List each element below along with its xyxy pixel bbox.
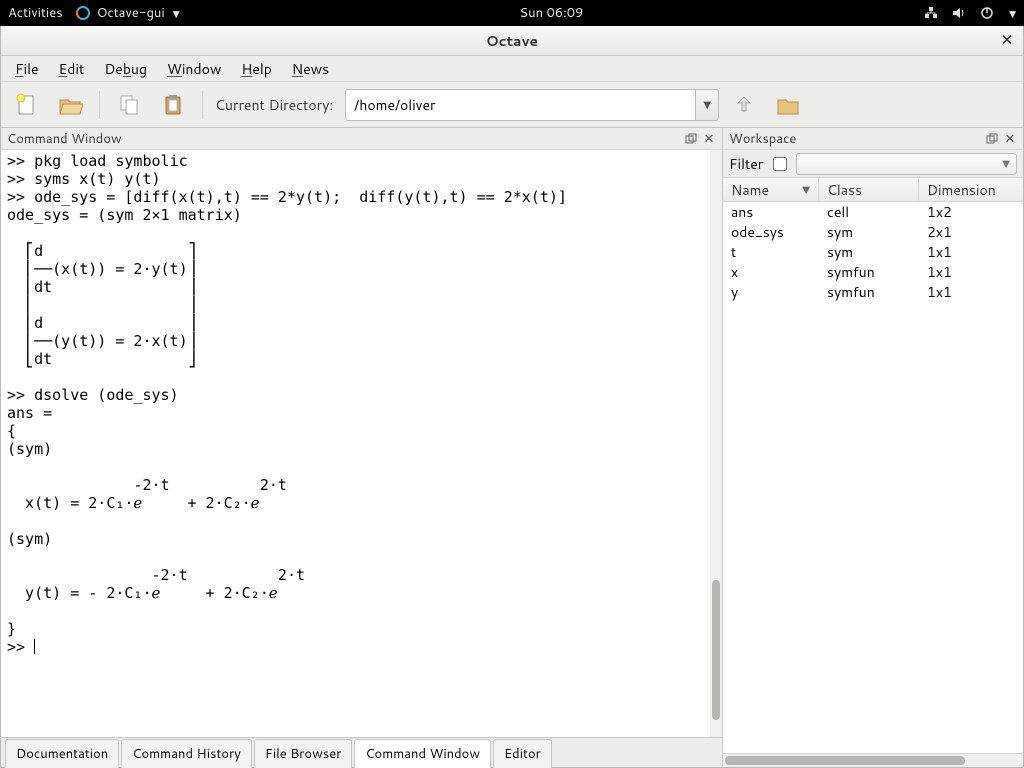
new-script-button[interactable] (7, 88, 45, 122)
table-row[interactable]: xsymfun1x1 (723, 262, 1023, 282)
table-row[interactable]: ysymfun1x1 (723, 282, 1023, 302)
current-directory-input[interactable] (345, 89, 695, 121)
sort-desc-icon: ▼ (802, 183, 810, 197)
workspace-header[interactable]: Workspace ✕ (723, 128, 1023, 150)
clock[interactable]: Sun 06:09 (180, 4, 923, 22)
window-title: Octave (486, 31, 538, 51)
chevron-down-icon[interactable]: ▼ (1009, 7, 1016, 20)
undock-icon[interactable] (684, 132, 698, 146)
table-row[interactable]: anscell1x2 (723, 202, 1023, 222)
browse-directory-button[interactable] (769, 88, 807, 122)
cell-name: t (723, 242, 819, 262)
cell-name: x (723, 262, 819, 282)
open-file-button[interactable] (51, 88, 89, 122)
chevron-down-icon: ▼ (1002, 157, 1010, 171)
current-directory-combo[interactable]: ▼ (345, 89, 719, 121)
activities-button[interactable]: Activities (8, 4, 63, 22)
table-row[interactable]: tsym1x1 (723, 242, 1023, 262)
cell-class: cell (819, 202, 919, 222)
cell-dimension: 1x1 (919, 262, 1009, 282)
menu-edit[interactable]: Edit (49, 56, 95, 82)
paste-button[interactable] (154, 88, 192, 122)
chevron-down-icon: ▼ (703, 98, 711, 112)
toolbar: Current Directory: ▼ (1, 82, 1023, 128)
workspace-table[interactable]: Name▼ Class Dimension anscell1x2ode_syss… (723, 178, 1023, 753)
cell-class: sym (819, 222, 919, 242)
volume-icon[interactable] (951, 5, 967, 21)
close-pane-icon[interactable]: ✕ (1003, 132, 1017, 146)
filter-checkbox[interactable] (773, 157, 787, 171)
octave-app-icon (75, 5, 91, 21)
current-directory-label: Current Directory: (215, 95, 333, 115)
filter-label: Filter (729, 154, 763, 174)
separator (99, 91, 100, 119)
undock-icon[interactable] (985, 132, 999, 146)
gnome-topbar: Activities Octave-gui ▼ Sun 06:09 ▼ (0, 0, 1024, 26)
menu-news[interactable]: News (282, 56, 339, 82)
menu-help[interactable]: Help (231, 56, 281, 82)
cell-dimension: 1x1 (919, 282, 1009, 302)
workspace-title: Workspace (729, 130, 796, 148)
tab-file-browser[interactable]: File Browser (254, 739, 352, 768)
current-directory-dropdown[interactable]: ▼ (695, 89, 719, 121)
cell-name: y (723, 282, 819, 302)
window-titlebar[interactable]: Octave ✕ (1, 26, 1023, 56)
close-icon[interactable]: ✕ (999, 32, 1015, 48)
table-row[interactable]: ode_syssym2x1 (723, 222, 1023, 242)
menu-file[interactable]: File (5, 56, 49, 82)
close-pane-icon[interactable]: ✕ (702, 132, 716, 146)
bottom-tabbar: Documentation Command History File Brows… (1, 737, 722, 767)
cell-name: ans (723, 202, 819, 222)
menu-window[interactable]: Window (157, 56, 231, 82)
power-icon[interactable] (979, 5, 995, 21)
tab-documentation[interactable]: Documentation (5, 739, 119, 768)
col-class[interactable]: Class (819, 178, 919, 201)
scrollbar-thumb[interactable] (725, 756, 965, 765)
scrollbar-thumb[interactable] (712, 580, 720, 720)
col-dimension[interactable]: Dimension (919, 178, 1009, 201)
tab-editor[interactable]: Editor (493, 739, 552, 768)
command-window-header[interactable]: Command Window ✕ (1, 128, 722, 150)
filter-combo[interactable]: ▼ (796, 153, 1017, 175)
separator (202, 91, 203, 119)
network-icon[interactable] (923, 5, 939, 21)
command-window-title: Command Window (7, 130, 122, 148)
tab-command-history[interactable]: Command History (121, 739, 252, 768)
cell-name: ode_sys (723, 222, 819, 242)
cell-class: symfun (819, 282, 919, 302)
copy-button[interactable] (110, 88, 148, 122)
workspace-table-header: Name▼ Class Dimension (723, 178, 1023, 202)
menubar: File Edit Debug Window Help News (1, 56, 1023, 82)
chevron-down-icon: ▼ (173, 7, 180, 20)
cursor-icon (34, 639, 35, 654)
cell-dimension: 2x1 (919, 222, 1009, 242)
tab-command-window[interactable]: Command Window (354, 739, 491, 768)
cell-class: sym (819, 242, 919, 262)
workspace-filter-row: Filter ▼ (723, 150, 1023, 178)
up-directory-button[interactable] (725, 88, 763, 122)
scrollbar[interactable] (710, 150, 722, 737)
col-name[interactable]: Name▼ (723, 178, 819, 201)
scrollbar[interactable] (723, 753, 1023, 767)
app-menu[interactable]: Octave-gui ▼ (75, 4, 180, 22)
cell-dimension: 1x1 (919, 242, 1009, 262)
command-window-console[interactable]: >> pkg load symbolic >> syms x(t) y(t) >… (1, 150, 722, 737)
console-output: >> pkg load symbolic >> syms x(t) y(t) >… (7, 152, 567, 656)
cell-dimension: 1x2 (919, 202, 1009, 222)
cell-class: symfun (819, 262, 919, 282)
octave-window: Octave ✕ File Edit Debug Window Help New… (0, 26, 1024, 768)
menu-debug[interactable]: Debug (94, 56, 157, 82)
